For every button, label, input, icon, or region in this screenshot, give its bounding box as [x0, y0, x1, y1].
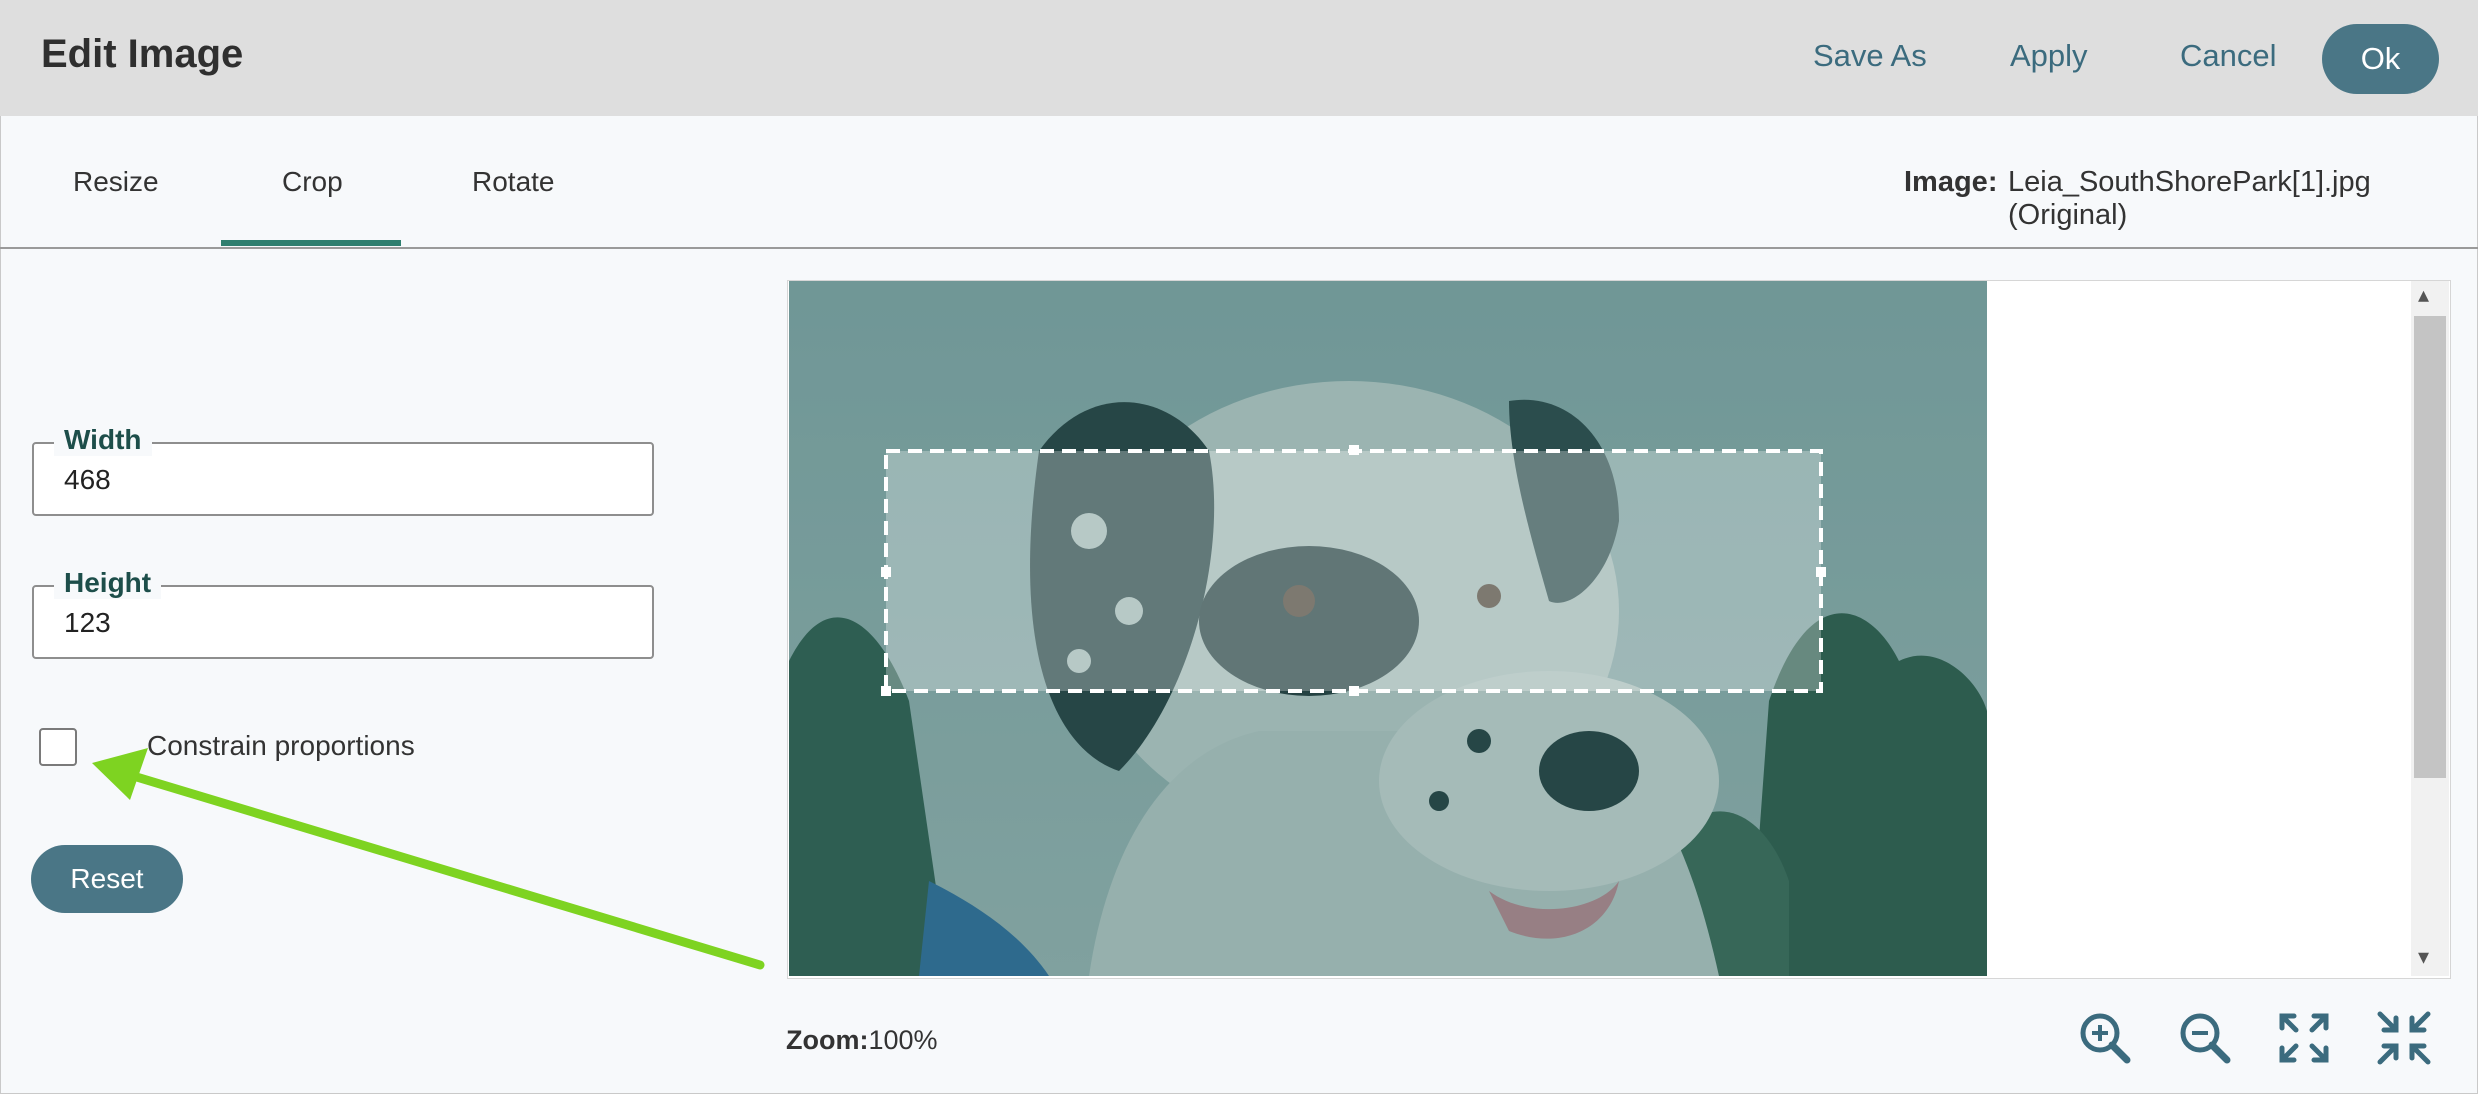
dog-photo — [789, 281, 1987, 976]
dialog-title: Edit Image — [41, 32, 244, 76]
scroll-up-icon[interactable]: ▴ — [2418, 282, 2429, 308]
height-label: Height — [54, 567, 162, 599]
ok-button[interactable]: Ok — [2322, 24, 2439, 94]
height-field[interactable]: Height 123 — [32, 567, 654, 659]
compress-icon[interactable] — [2374, 1008, 2434, 1068]
scroll-down-icon[interactable]: ▾ — [2418, 944, 2429, 970]
height-input[interactable]: 123 — [64, 607, 111, 639]
constrain-proportions-checkbox[interactable] — [39, 728, 77, 766]
tab-crop[interactable]: Crop — [282, 166, 343, 198]
zoom-readout: Zoom:100% — [786, 1025, 938, 1056]
active-tab-indicator — [221, 240, 401, 246]
width-label: Width — [54, 424, 152, 456]
apply-button[interactable]: Apply — [2010, 38, 2088, 74]
zoom-in-icon[interactable] — [2075, 1008, 2135, 1068]
image-name-label: Image: — [1904, 166, 1998, 198]
zoom-out-icon[interactable] — [2175, 1008, 2235, 1068]
dialog-header: Edit Image Save As Apply Cancel Ok — [0, 0, 2478, 116]
tab-resize[interactable]: Resize — [73, 166, 159, 198]
width-input[interactable]: 468 — [64, 464, 111, 496]
scrollbar-thumb[interactable] — [2414, 316, 2446, 778]
width-field[interactable]: Width 468 — [32, 424, 654, 516]
zoom-label: Zoom: — [786, 1025, 869, 1055]
expand-icon[interactable] — [2274, 1008, 2334, 1068]
tab-rotate[interactable]: Rotate — [472, 166, 555, 198]
reset-button[interactable]: Reset — [31, 845, 183, 913]
zoom-value: 100% — [868, 1025, 938, 1055]
constrain-proportions-label: Constrain proportions — [147, 730, 415, 761]
cancel-button[interactable]: Cancel — [2180, 38, 2277, 74]
save-as-button[interactable]: Save As — [1813, 38, 1927, 74]
image-name-value: Leia_SouthShorePark[1].jpg (Original) — [2008, 166, 2371, 231]
